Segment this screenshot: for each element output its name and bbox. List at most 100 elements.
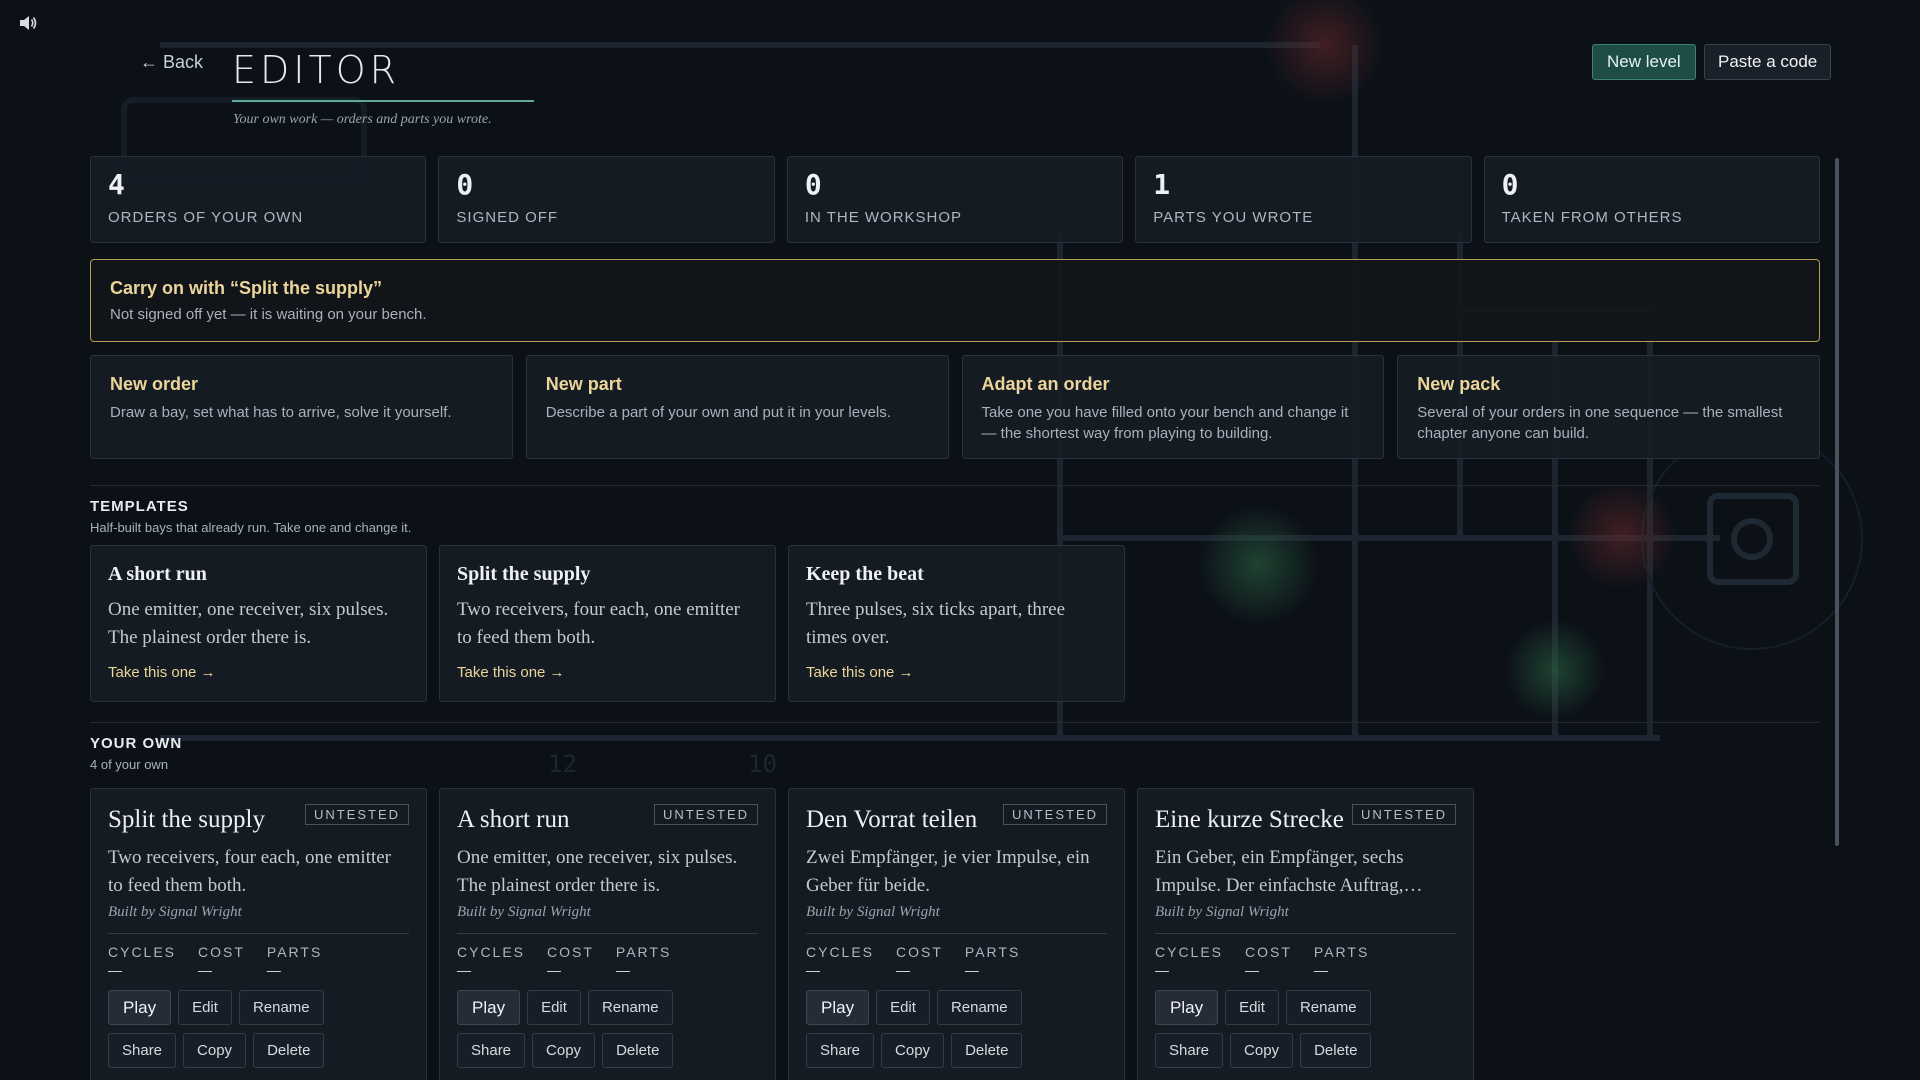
template-desc: Three pulses, six ticks apart, three tim… — [806, 599, 1066, 648]
carry-on-card[interactable]: Carry on with “Split the supply” Not sig… — [90, 259, 1820, 342]
stat-value: 4 — [108, 168, 125, 201]
action-desc: Take one you have filled onto your bench… — [981, 404, 1349, 442]
parts-value: — — [266, 962, 281, 978]
order-buttons: Play Edit Rename Share Copy Delete — [457, 990, 747, 1068]
stat-label: ORDERS OF YOUR OWN — [108, 209, 304, 226]
action-title: New pack — [1417, 374, 1501, 394]
delete-button[interactable]: Delete — [602, 1033, 674, 1068]
cycles-label: CYCLES — [108, 944, 177, 960]
stat-taken: 0 TAKEN FROM OTHERS — [1483, 156, 1821, 243]
parts-label: PARTS — [615, 944, 672, 960]
rename-button[interactable]: Rename — [936, 990, 1022, 1025]
page-subtitle: Your own work — orders and parts you wro… — [233, 112, 492, 127]
stat-parts: 1 PARTS YOU WROTE — [1135, 156, 1472, 243]
order-desc: One emitter, one receiver, six pulses. T… — [457, 847, 738, 896]
order-title: Den Vorrat teilen — [806, 806, 978, 833]
order-title: Eine kurze Strecke — [1155, 806, 1344, 833]
back-link[interactable]: ← Back — [140, 52, 203, 73]
order-metrics: CYCLES — COST — PARTS — — [108, 944, 409, 978]
scrollbar[interactable] — [1835, 158, 1839, 846]
order-card: A short run UNTESTED One emitter, one re… — [439, 788, 776, 1080]
share-button[interactable]: Share — [457, 1033, 526, 1068]
new-level-button[interactable]: New level — [1592, 44, 1696, 80]
copy-button[interactable]: Copy — [1230, 1033, 1294, 1068]
play-button[interactable]: Play — [1155, 990, 1219, 1025]
cycles-label: CYCLES — [806, 944, 875, 960]
action-title: New part — [545, 374, 622, 394]
edit-button[interactable]: Edit — [527, 990, 581, 1025]
share-button[interactable]: Share — [806, 1033, 875, 1068]
new-part-card[interactable]: New part Describe a part of your own and… — [525, 355, 949, 459]
order-author: Built by Signal Wright — [108, 904, 409, 934]
share-button[interactable]: Share — [1155, 1033, 1224, 1068]
order-card: Split the supply UNTESTED Two receivers,… — [90, 788, 427, 1080]
copy-button[interactable]: Copy — [532, 1033, 596, 1068]
order-metrics: CYCLES — COST — PARTS — — [806, 944, 1107, 978]
parts-value: — — [964, 962, 979, 978]
template-card: A short run One emitter, one receiver, s… — [90, 545, 427, 702]
play-button[interactable]: Play — [457, 990, 521, 1025]
template-desc: Two receivers, four each, one emitter to… — [457, 599, 741, 648]
new-order-card[interactable]: New order Draw a bay, set what has to ar… — [90, 355, 513, 459]
order-buttons: Play Edit Rename Share Copy Delete — [108, 990, 398, 1068]
template-card: Keep the beat Three pulses, six ticks ap… — [788, 545, 1125, 702]
edit-button[interactable]: Edit — [876, 990, 930, 1025]
rename-button[interactable]: Rename — [587, 990, 673, 1025]
cost-label: COST — [547, 944, 594, 960]
cycles-label: CYCLES — [457, 944, 526, 960]
cost-value: — — [1245, 962, 1260, 978]
cost-value: — — [198, 962, 213, 978]
edit-button[interactable]: Edit — [1225, 990, 1279, 1025]
status-badge: UNTESTED — [304, 804, 409, 825]
order-buttons: Play Edit Rename Share Copy Delete — [806, 990, 1096, 1068]
cycles-value: — — [108, 962, 122, 978]
delete-button[interactable]: Delete — [253, 1033, 325, 1068]
delete-button[interactable]: Delete — [1300, 1033, 1372, 1068]
status-badge: UNTESTED — [1002, 804, 1107, 825]
take-template-link[interactable]: Take this one → — [457, 664, 565, 681]
share-button[interactable]: Share — [108, 1033, 177, 1068]
paste-code-button[interactable]: Paste a code — [1704, 44, 1832, 80]
delete-button[interactable]: Delete — [951, 1033, 1023, 1068]
title-underline — [232, 100, 534, 102]
play-button[interactable]: Play — [108, 990, 172, 1025]
parts-label: PARTS — [1313, 944, 1370, 960]
templates-subheading: Half-built bays that already run. Take o… — [90, 520, 412, 535]
action-title: New order — [110, 374, 199, 394]
copy-button[interactable]: Copy — [881, 1033, 945, 1068]
play-button[interactable]: Play — [806, 990, 870, 1025]
order-card: Den Vorrat teilen UNTESTED Zwei Empfänge… — [788, 788, 1125, 1080]
your-own-subheading: 4 of your own — [90, 757, 169, 772]
cycles-value: — — [1155, 962, 1169, 978]
cycles-value: — — [457, 962, 471, 978]
cycles-value: — — [806, 962, 820, 978]
your-own-list: Split the supply UNTESTED Two receivers,… — [90, 788, 1820, 1080]
order-metrics: CYCLES — COST — PARTS — — [457, 944, 758, 978]
rename-button[interactable]: Rename — [238, 990, 324, 1025]
order-desc: Ein Geber, ein Empfänger, sechs Impulse.… — [1155, 847, 1423, 896]
cost-value: — — [896, 962, 911, 978]
edit-button[interactable]: Edit — [178, 990, 232, 1025]
template-card: Split the supply Two receivers, four eac… — [439, 545, 776, 702]
stat-value: 0 — [456, 168, 474, 201]
stat-label: IN THE WORKSHOP — [804, 209, 963, 226]
stat-signed-off: 0 SIGNED OFF — [438, 156, 775, 243]
order-author: Built by Signal Wright — [457, 904, 758, 934]
section-divider — [90, 485, 1820, 486]
order-desc: Zwei Empfänger, je vier Impulse, ein Geb… — [806, 847, 1090, 896]
rename-button[interactable]: Rename — [1285, 990, 1371, 1025]
template-title: A short run — [108, 563, 207, 585]
cost-label: COST — [1245, 944, 1292, 960]
parts-value: — — [1313, 962, 1328, 978]
section-divider — [90, 722, 1820, 723]
new-pack-card[interactable]: New pack Several of your orders in one s… — [1397, 355, 1820, 459]
take-template-link[interactable]: Take this one → — [806, 664, 914, 681]
stat-orders: 4 ORDERS OF YOUR OWN — [90, 156, 427, 243]
template-title: Split the supply — [457, 563, 591, 585]
adapt-order-card[interactable]: Adapt an order Take one you have filled … — [961, 355, 1385, 459]
copy-button[interactable]: Copy — [183, 1033, 247, 1068]
header: ← Back EDITOR Your own work — orders and… — [0, 0, 1920, 150]
order-card: Eine kurze Strecke UNTESTED Ein Geber, e… — [1137, 788, 1474, 1080]
take-template-link[interactable]: Take this one → — [108, 664, 216, 681]
cost-label: COST — [896, 944, 943, 960]
